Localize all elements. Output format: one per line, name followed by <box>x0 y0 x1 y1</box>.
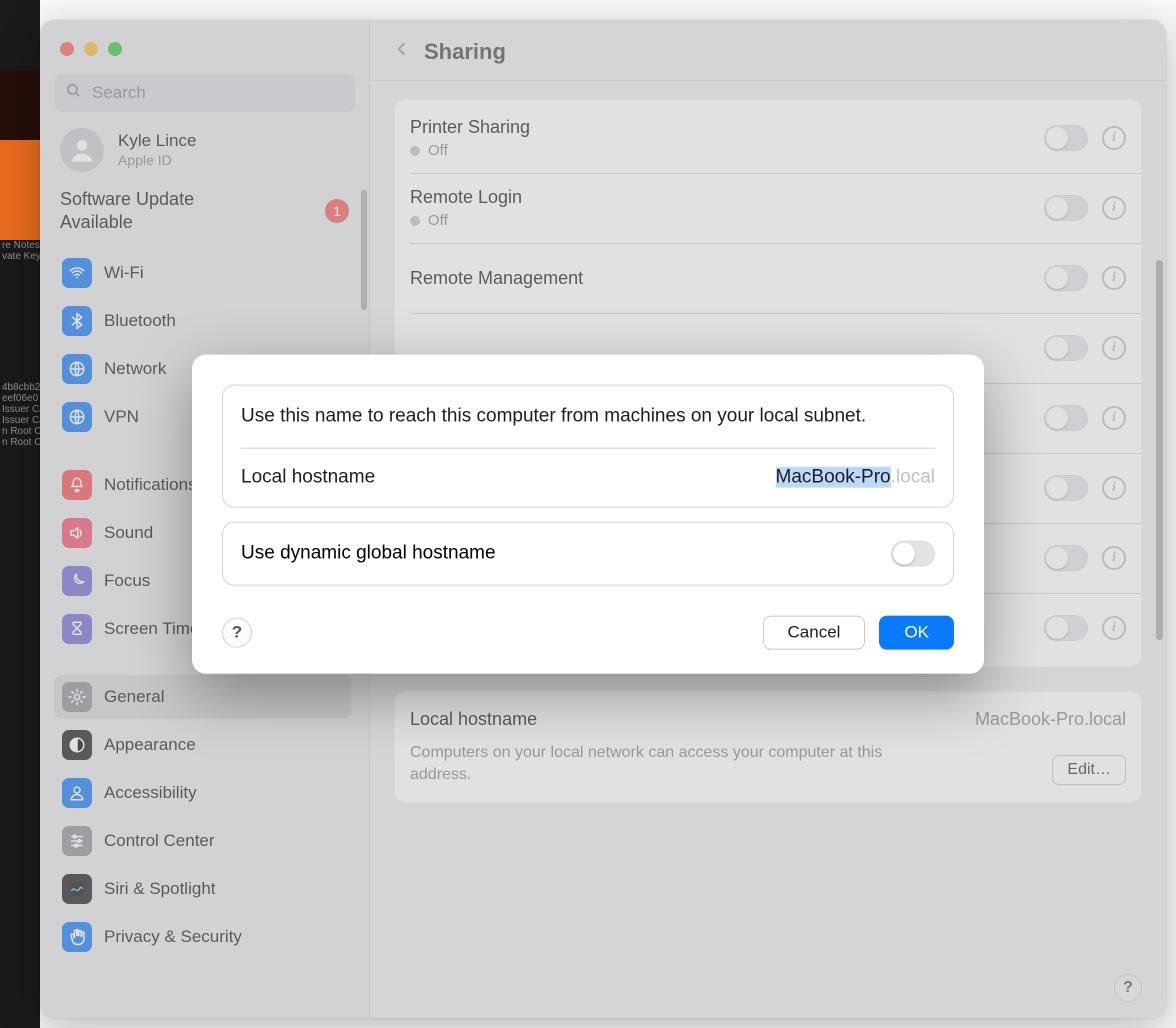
dynamic-hostname-label: Use dynamic global hostname <box>241 542 496 564</box>
edit-hostname-sheet: Use this name to reach this computer fro… <box>192 355 984 674</box>
sheet-help-button[interactable]: ? <box>222 617 252 647</box>
dynamic-hostname-toggle[interactable] <box>891 540 935 566</box>
sheet-description: Use this name to reach this computer fro… <box>241 404 935 430</box>
hostname-editable-value[interactable]: MacBook-Pro <box>776 466 891 487</box>
background-app-strip: re Notes vate Key 4b8cbb2 eef06e0 Issuer… <box>0 0 40 1028</box>
hostname-input[interactable]: MacBook-Pro.local <box>776 466 935 488</box>
hostname-suffix: .local <box>891 466 935 487</box>
hostname-field-label: Local hostname <box>241 466 375 488</box>
cancel-button[interactable]: Cancel <box>763 615 866 649</box>
ok-button[interactable]: OK <box>879 615 954 649</box>
